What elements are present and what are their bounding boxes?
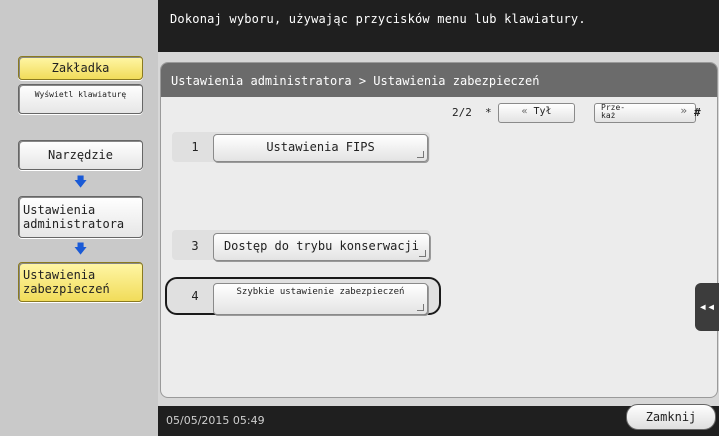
fips-settings-button[interactable]: Ustawienia FIPS: [213, 134, 428, 162]
item-number: 1: [191, 140, 199, 154]
item-number: 3: [191, 239, 199, 253]
item-number: 4: [191, 289, 199, 303]
close-button[interactable]: Zamknij: [626, 404, 716, 430]
maintenance-mode-access-button[interactable]: Dostęp do trybu konserwacji: [213, 233, 430, 261]
star-key[interactable]: *: [485, 106, 492, 119]
bookmark-button[interactable]: Zakładka: [18, 56, 143, 80]
nav-tool-button[interactable]: Narzędzie: [18, 140, 143, 170]
show-keyboard-button[interactable]: Wyświetl klawiaturę: [18, 84, 143, 114]
message-bar: [158, 0, 719, 52]
back-label: Tył: [533, 106, 552, 117]
double-chevron-left-icon[interactable]: ◂◂: [695, 283, 719, 331]
next-label: Prze- każ: [601, 103, 626, 120]
back-button[interactable]: « Tył: [498, 103, 575, 123]
hash-key[interactable]: #: [694, 106, 701, 119]
breadcrumb: Ustawienia administratora > Ustawienia z…: [161, 63, 717, 97]
nav-security-settings-button[interactable]: Ustawienia zabezpieczeń: [18, 262, 143, 302]
instruction-text: Dokonaj wyboru, używając przycisków menu…: [170, 12, 586, 26]
quick-security-setup-button[interactable]: Szybkie ustawienie zabezpieczeń: [213, 283, 428, 315]
double-chevron-left-icon: «: [521, 106, 528, 117]
datetime: 05/05/2015 05:49: [166, 414, 265, 427]
next-button[interactable]: Prze- każ »: [594, 103, 696, 123]
page-indicator: 2/2: [452, 106, 472, 119]
arrow-down-icon: 🡇: [73, 242, 88, 257]
double-chevron-right-icon: »: [680, 104, 687, 117]
nav-admin-settings-button[interactable]: Ustawienia administratora: [18, 196, 143, 238]
arrow-down-icon: 🡇: [73, 175, 88, 190]
